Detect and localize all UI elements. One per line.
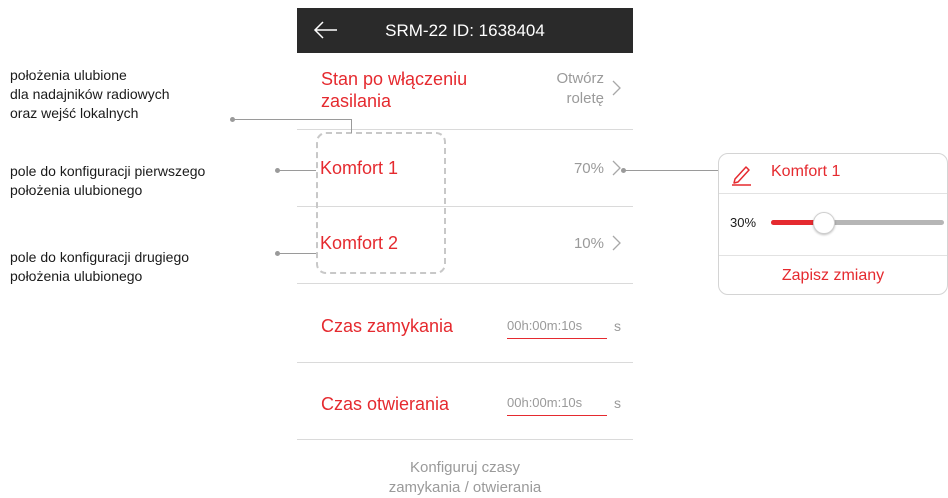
closing-time-label: Czas zamykania bbox=[321, 316, 454, 336]
power-on-state-value-line2: roletę bbox=[566, 90, 604, 107]
power-on-state-label: Stan po włączeniu zasilania bbox=[321, 68, 467, 112]
opening-time-unit: s bbox=[614, 395, 621, 411]
annotation-favorites-line2: dla nadajników radiowych bbox=[10, 86, 170, 102]
annotation-second-line1: pole do konfiguracji drugiego bbox=[10, 249, 190, 265]
slider-thumb[interactable] bbox=[812, 212, 835, 234]
opening-time-label: Czas otwierania bbox=[321, 394, 450, 414]
power-on-state-value: Otwórz roletę bbox=[556, 69, 604, 109]
page-title: SRM-22 ID: 1638404 bbox=[385, 21, 545, 40]
power-on-state-label-line2: zasilania bbox=[321, 91, 392, 111]
annotation-favorites-line3: oraz wejść lokalnych bbox=[10, 105, 139, 121]
annotation-first-line2: położenia ulubionego bbox=[10, 182, 143, 198]
popup-divider bbox=[719, 255, 947, 256]
configure-times-line2: zamykania / otwierania bbox=[388, 479, 542, 496]
popup-divider bbox=[719, 193, 947, 194]
closing-time-unit: s bbox=[614, 318, 621, 334]
configure-times-line1: Konfiguruj czasy bbox=[409, 459, 521, 476]
opening-time-row: Czas otwierania 00h:00m:10s s bbox=[297, 363, 633, 439]
opening-time-field[interactable]: 00h:00m:10s bbox=[507, 391, 607, 416]
popup-connector-line bbox=[623, 170, 719, 171]
position-slider[interactable] bbox=[771, 212, 944, 234]
pencil-icon bbox=[732, 166, 751, 186]
chevron-right-icon bbox=[612, 235, 621, 251]
closing-time-field[interactable]: 00h:00m:10s bbox=[507, 314, 607, 339]
annotation-favorites: położenia ulubione dla nadajników radiow… bbox=[10, 66, 170, 123]
comfort1-value: 70% bbox=[573, 160, 604, 177]
annotation-favorites-line1: położenia ulubione bbox=[10, 67, 127, 83]
annotation-first-line1: pole do konfiguracji pierwszego bbox=[10, 163, 206, 179]
annotation-first-leader bbox=[277, 170, 316, 171]
favorites-highlight-box bbox=[316, 132, 446, 274]
app-header: SRM-22 ID: 1638404 bbox=[297, 8, 633, 53]
power-on-state-row[interactable]: Stan po włączeniu zasilania Otwórz rolet… bbox=[297, 53, 633, 129]
power-on-state-label-line1: Stan po włączeniu bbox=[321, 69, 468, 89]
annotation-second: pole do konfiguracji drugiego położenia … bbox=[10, 248, 189, 286]
chevron-right-icon bbox=[612, 80, 621, 96]
divider bbox=[297, 439, 633, 440]
popup-title: Komfort 1 bbox=[771, 163, 841, 180]
power-on-state-value-line1: Otwórz bbox=[556, 70, 604, 87]
comfort1-edit-card: Komfort 1 30% Zapisz zmiany bbox=[718, 153, 948, 295]
comfort2-value: 10% bbox=[573, 235, 604, 252]
annotation-first: pole do konfiguracji pierwszego położeni… bbox=[10, 162, 205, 200]
annotation-favorites-leader-down bbox=[351, 119, 352, 133]
annotation-second-leader bbox=[277, 253, 316, 254]
configure-times-link[interactable]: Konfiguruj czasy zamykania / otwierania bbox=[297, 458, 633, 498]
annotation-second-line2: położenia ulubionego bbox=[10, 268, 143, 284]
save-changes-button[interactable]: Zapisz zmiany bbox=[719, 267, 947, 285]
annotation-favorites-leader bbox=[232, 119, 352, 120]
slider-value-label: 30% bbox=[730, 215, 757, 230]
closing-time-row: Czas zamykania 00h:00m:10s s bbox=[297, 284, 633, 362]
